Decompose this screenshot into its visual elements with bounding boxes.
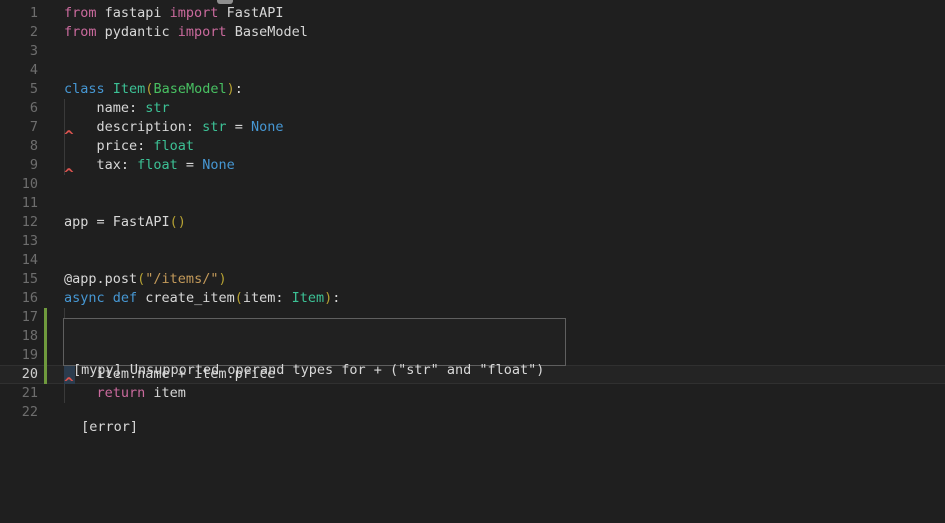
code-line[interactable]: from pydantic import BaseModel xyxy=(64,23,340,42)
code-line[interactable]: class Item(BaseModel): xyxy=(64,80,340,99)
line-number[interactable]: 1 xyxy=(0,4,38,23)
code-token: : xyxy=(332,290,340,306)
code-token: "/items/" xyxy=(145,271,218,287)
code-token: pydantic xyxy=(97,24,178,40)
line-number[interactable]: 10 xyxy=(0,175,38,194)
line-number[interactable]: 14 xyxy=(0,251,38,270)
line-number-gutter: 12345678910111213141516171819202122 xyxy=(0,4,38,422)
line-number[interactable]: 16 xyxy=(0,289,38,308)
code-token: FastAPI xyxy=(218,5,283,21)
code-token: float xyxy=(137,157,178,173)
code-line[interactable] xyxy=(64,175,340,194)
code-token: float xyxy=(153,138,194,154)
code-line[interactable]: @app.post("/items/") xyxy=(64,270,340,289)
diagnostic-tooltip: [mypy] Unsupported operand types for + (… xyxy=(63,318,566,366)
code-token: () xyxy=(170,214,186,230)
line-number[interactable]: 19 xyxy=(0,346,38,365)
code-line[interactable] xyxy=(64,61,340,80)
line-number[interactable]: 15 xyxy=(0,270,38,289)
code-token: Item xyxy=(292,290,325,306)
line-number[interactable]: 22 xyxy=(0,403,38,422)
line-number[interactable]: 20 xyxy=(0,365,38,384)
code-line[interactable] xyxy=(64,42,340,61)
line-number[interactable]: 9 xyxy=(0,156,38,175)
git-added-bar xyxy=(44,308,47,384)
code-token: import xyxy=(170,5,219,21)
code-token: async xyxy=(64,290,105,306)
code-token xyxy=(105,290,113,306)
line-number[interactable]: 21 xyxy=(0,384,38,403)
code-token: = xyxy=(227,119,251,135)
code-token xyxy=(105,81,113,97)
line-number[interactable]: 2 xyxy=(0,23,38,42)
line-number[interactable]: 17 xyxy=(0,308,38,327)
code-token: : xyxy=(235,81,243,97)
code-line[interactable]: async def create_item(item: Item): xyxy=(64,289,340,308)
error-caret-icon: ^ xyxy=(64,168,74,181)
code-line[interactable]: from fastapi import FastAPI xyxy=(64,4,340,23)
code-token: item: xyxy=(243,290,292,306)
line-number[interactable]: 11 xyxy=(0,194,38,213)
diagnostic-severity: [error] xyxy=(73,418,565,437)
code-token: import xyxy=(178,24,227,40)
code-line[interactable]: description: str = None xyxy=(64,118,340,137)
code-token: name: xyxy=(64,100,145,116)
code-token: create_item xyxy=(137,290,235,306)
code-line[interactable]: tax: float = None xyxy=(64,156,340,175)
top-overlay-fragment xyxy=(217,0,233,4)
code-token: def xyxy=(113,290,137,306)
line-number[interactable]: 12 xyxy=(0,213,38,232)
code-token: price: xyxy=(64,138,153,154)
code-token: None xyxy=(251,119,284,135)
code-line[interactable] xyxy=(64,232,340,251)
code-token: Item xyxy=(113,81,146,97)
code-line[interactable]: name: str xyxy=(64,99,340,118)
code-token: class xyxy=(64,81,105,97)
code-token: tax: xyxy=(64,157,137,173)
code-token: from xyxy=(64,24,97,40)
code-token: BaseModel xyxy=(153,81,226,97)
code-token: from xyxy=(64,5,97,21)
line-number[interactable]: 4 xyxy=(0,61,38,80)
code-token: ) xyxy=(227,81,235,97)
line-number[interactable]: 8 xyxy=(0,137,38,156)
diagnostic-message: [mypy] Unsupported operand types for + (… xyxy=(73,361,565,380)
code-token: description: xyxy=(64,119,202,135)
code-token: fastapi xyxy=(97,5,170,21)
code-token: str xyxy=(202,119,226,135)
code-line[interactable]: price: float xyxy=(64,137,340,156)
code-token: None xyxy=(202,157,235,173)
code-token: app = FastAPI xyxy=(64,214,170,230)
code-token: ) xyxy=(218,271,226,287)
code-line[interactable] xyxy=(64,251,340,270)
line-number[interactable]: 5 xyxy=(0,80,38,99)
code-token: str xyxy=(145,100,169,116)
line-number[interactable]: 18 xyxy=(0,327,38,346)
code-token: @app.post xyxy=(64,271,137,287)
code-token: BaseModel xyxy=(227,24,308,40)
error-caret-icon: ^ xyxy=(64,130,74,143)
code-editor[interactable]: 12345678910111213141516171819202122 from… xyxy=(0,0,945,523)
line-number[interactable]: 13 xyxy=(0,232,38,251)
code-token: = xyxy=(178,157,202,173)
code-token: ( xyxy=(235,290,243,306)
code-line[interactable] xyxy=(64,194,340,213)
line-number[interactable]: 7 xyxy=(0,118,38,137)
line-number[interactable]: 3 xyxy=(0,42,38,61)
code-line[interactable]: app = FastAPI() xyxy=(64,213,340,232)
line-number[interactable]: 6 xyxy=(0,99,38,118)
